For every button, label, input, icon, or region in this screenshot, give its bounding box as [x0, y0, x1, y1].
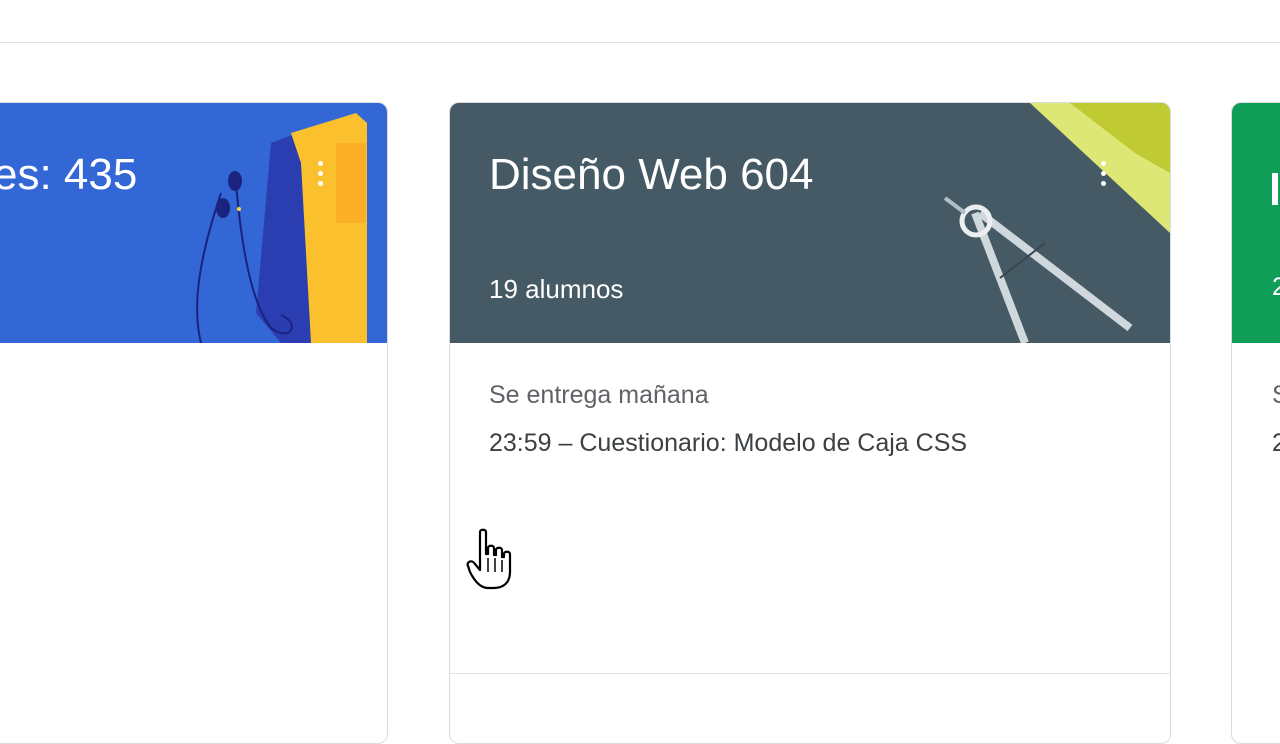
more-vert-icon[interactable]	[310, 153, 330, 193]
headphones-notebook-illustration	[196, 113, 367, 343]
class-card-diseno-web[interactable]: Diseño Web 604 19 alumnos Se entrega mañ…	[449, 102, 1171, 744]
card-header[interactable]: Diseño Web 604 19 alumnos	[450, 103, 1170, 343]
card-header[interactable]: 2	[1232, 103, 1280, 343]
due-label: Se entrega mañana	[489, 381, 709, 409]
card-footer-divider	[450, 673, 1170, 674]
class-card-right[interactable]: 2 S 2	[1231, 102, 1280, 744]
top-app-bar	[0, 0, 1280, 43]
compass-ruler-illustration	[943, 103, 1170, 343]
student-count: 19 alumnos	[489, 274, 624, 304]
assignment-link[interactable]: 23:59 – Cuestionario: Modelo de Caja CSS	[489, 427, 967, 459]
card-header[interactable]: es: 435	[0, 103, 387, 343]
title-fragment	[1272, 173, 1278, 205]
due-fragment: S	[1272, 381, 1280, 410]
assignment-fragment[interactable]: 2	[1272, 429, 1280, 458]
card-body: Se entrega mañana 23:59 – Cuestionario: …	[450, 343, 1170, 673]
class-title[interactable]: Diseño Web 604	[489, 149, 814, 201]
more-vert-icon[interactable]	[1093, 153, 1113, 193]
subtitle-fragment: 2	[1272, 273, 1280, 302]
class-title[interactable]: es: 435	[0, 149, 137, 201]
class-card-left[interactable]: es: 435	[0, 102, 388, 744]
